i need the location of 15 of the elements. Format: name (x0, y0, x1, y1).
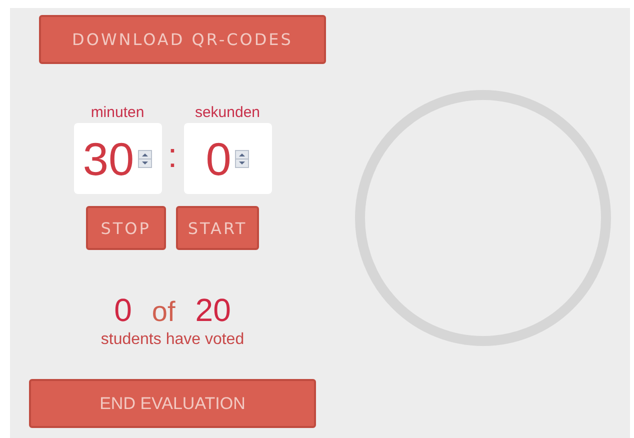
timer-button[interactable]: START (176, 206, 260, 250)
number-field[interactable]: 0 (184, 123, 272, 194)
field-label: sekunden (194, 104, 260, 121)
spinner-icon[interactable] (235, 150, 250, 168)
field-label: minuten (90, 104, 144, 121)
timer-button[interactable]: STOP (86, 206, 166, 250)
end-evaluation-button[interactable]: END EVALUATION (29, 379, 316, 428)
time-separator: : (166, 137, 178, 177)
number-field[interactable]: 30 (74, 123, 162, 194)
student-total: 20 (195, 292, 231, 329)
votes-caption: students have voted (100, 331, 244, 349)
download-button[interactable]: DOWNLOAD QR-CODES (39, 15, 326, 64)
of-label: of (152, 296, 176, 328)
vote-count: 0 (114, 292, 132, 329)
spinner-icon[interactable] (138, 150, 152, 168)
